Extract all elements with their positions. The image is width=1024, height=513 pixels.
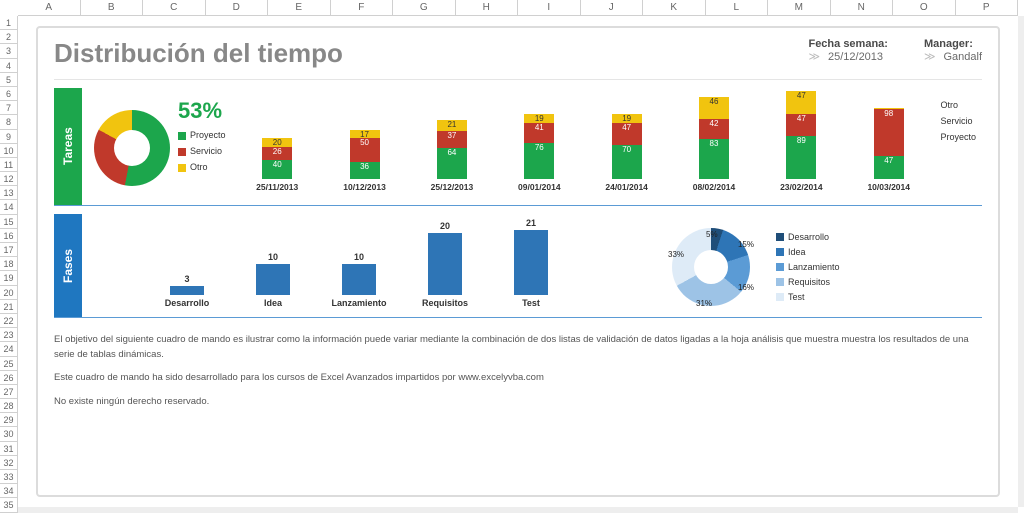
legend-requisitos: Requisitos	[776, 277, 840, 287]
manager-label: Manager:	[924, 38, 982, 50]
tareas-panel: Tareas 53% Proyecto Servicio Otro 402620…	[54, 88, 982, 206]
dashboard-card: Distribución del tiempo Fecha semana: ≫ 2…	[36, 26, 1000, 497]
row-headers[interactable]: 1234567891011121314151617181920212223242…	[0, 16, 18, 513]
legend-proyecto: Proyecto	[940, 132, 976, 142]
worksheet-area[interactable]: Distribución del tiempo Fecha semana: ≫ 2…	[18, 16, 1018, 507]
page-title: Distribución del tiempo	[54, 38, 343, 69]
fases-legend: Desarrollo Idea Lanzamiento Requisitos T…	[776, 220, 840, 313]
notes-block: El objetivo del siguiente cuadro de mand…	[54, 332, 982, 409]
note-line: Este cuadro de mando ha sido desarrollad…	[54, 370, 982, 385]
fases-panel: Fases 3Desarrollo10Idea10Lanzamiento20Re…	[54, 214, 982, 318]
chevron-right-icon: ≫	[808, 51, 820, 63]
legend-test: Test	[776, 292, 840, 302]
horizontal-scrollbar[interactable]	[18, 507, 1018, 513]
column-headers[interactable]: ABCDEFGHIJKLMNOP	[18, 0, 1018, 16]
fases-stripe-label: Fases	[54, 214, 82, 317]
legend-desarrollo: Desarrollo	[776, 232, 840, 242]
note-line: El objetivo del siguiente cuadro de mand…	[54, 332, 982, 362]
date-value: 25/12/2013	[828, 51, 883, 63]
legend-proyecto: Proyecto	[178, 130, 226, 140]
tareas-pct: 53%	[178, 98, 222, 124]
legend-servicio: Servicio	[940, 116, 976, 126]
vertical-scrollbar[interactable]	[1018, 16, 1024, 507]
legend-otro: Otro	[178, 162, 226, 172]
tareas-bar-legend: Otro Servicio Proyecto	[940, 94, 976, 201]
header-meta: Fecha semana: ≫ 25/12/2013 Manager: ≫ Gand…	[808, 38, 982, 63]
legend-servicio: Servicio	[178, 146, 226, 156]
tareas-donut-legend: Proyecto Servicio Otro	[178, 130, 226, 172]
legend-idea: Idea	[776, 247, 840, 257]
manager-value: Gandalf	[943, 51, 982, 63]
fases-donut-chart: 5% 15% 16% 31% 33%	[672, 228, 750, 306]
tareas-donut-chart	[94, 110, 170, 186]
legend-lanzamiento: Lanzamiento	[776, 262, 840, 272]
note-line: No existe ningún derecho reservado.	[54, 394, 982, 409]
legend-otro: Otro	[940, 100, 976, 110]
date-label: Fecha semana:	[808, 38, 887, 50]
dashboard-header: Distribución del tiempo Fecha semana: ≫ 2…	[54, 38, 982, 80]
tareas-stripe-label: Tareas	[54, 88, 82, 205]
tareas-stacked-bar-chart: 40262025/11/201336501710/12/201364372125…	[234, 94, 933, 192]
fases-bar-chart: 3Desarrollo10Idea10Lanzamiento20Requisit…	[144, 220, 574, 308]
chevron-right-icon: ≫	[924, 51, 936, 63]
